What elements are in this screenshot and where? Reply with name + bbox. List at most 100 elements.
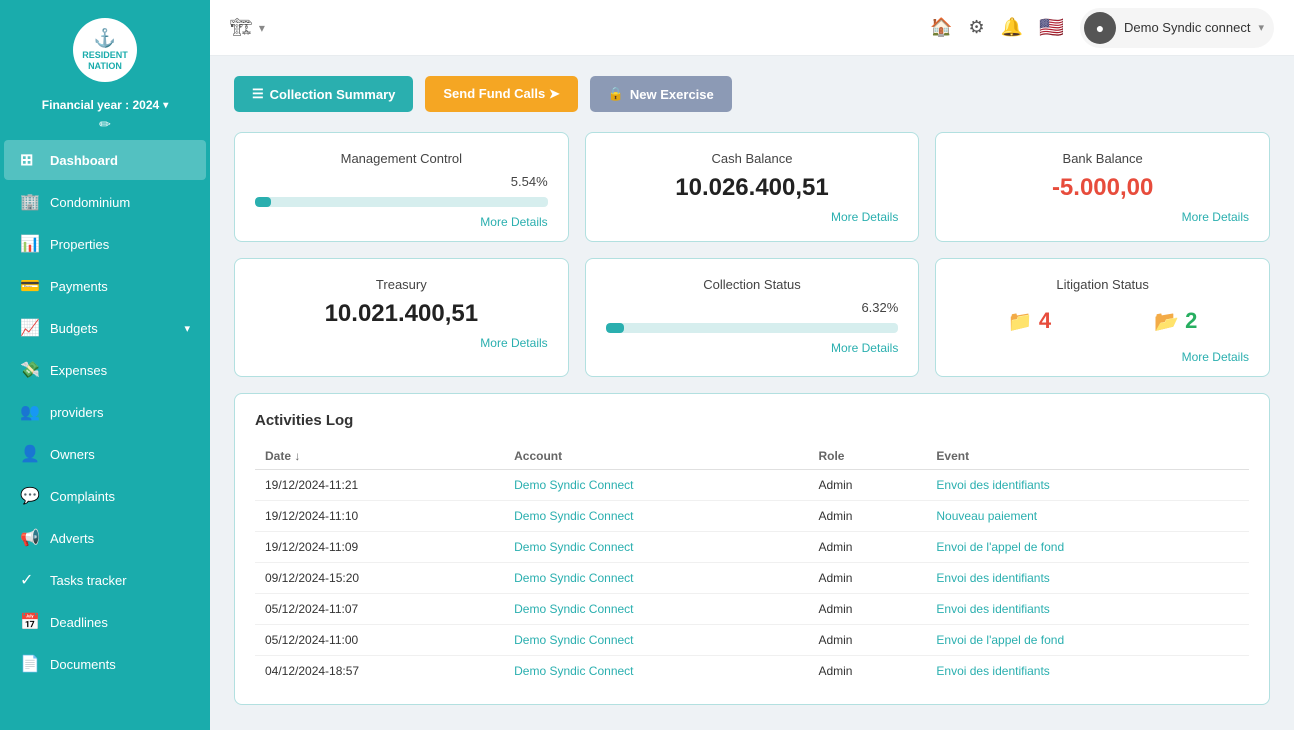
topbar-dropdown-icon[interactable]: ▾ xyxy=(259,21,265,35)
cell-event: Envoi de l'appel de fond xyxy=(926,625,1249,656)
sidebar-item-label: Dashboard xyxy=(50,153,118,168)
topbar: 🏗 ▾ 🏠 ⚙ 🔔 🇺🇸 ● Demo Syndic connect ▾ xyxy=(210,0,1294,56)
cell-date: 04/12/2024-18:57 xyxy=(255,656,504,687)
folder-red-icon: 📁 xyxy=(1008,309,1033,334)
deadlines-icon: 📅 xyxy=(20,612,40,632)
sidebar-logo: ⚓ RESIDENT NATION xyxy=(0,0,210,92)
gear-icon[interactable]: ⚙ xyxy=(969,17,985,38)
cell-date: 05/12/2024-11:00 xyxy=(255,625,504,656)
litigation-counts: 📁 4 📂 2 xyxy=(956,300,1249,342)
treasury-more[interactable]: More Details xyxy=(255,336,548,350)
sidebar-item-properties[interactable]: 📊 Properties xyxy=(4,224,206,264)
cell-account: Demo Syndic Connect xyxy=(504,470,808,501)
activities-table-header: Date ↓ Account Role Event xyxy=(255,443,1249,470)
cash-balance-title: Cash Balance xyxy=(606,151,899,166)
collection-summary-button[interactable]: ☰ Collection Summary xyxy=(234,76,413,112)
cell-role: Admin xyxy=(808,594,926,625)
bank-balance-more[interactable]: More Details xyxy=(956,210,1249,224)
cash-balance-card: Cash Balance 10.026.400,51 More Details xyxy=(585,132,920,242)
cell-role: Admin xyxy=(808,532,926,563)
col-date[interactable]: Date ↓ xyxy=(255,443,504,470)
bank-balance-title: Bank Balance xyxy=(956,151,1249,166)
col-account: Account xyxy=(504,443,808,470)
sidebar-item-label: Deadlines xyxy=(50,615,108,630)
sidebar-item-label: providers xyxy=(50,405,103,420)
litigation-red-count: 4 xyxy=(1039,308,1051,334)
financial-year-selector[interactable]: Financial year : 2024 ▾ xyxy=(0,92,210,116)
cell-event: Envoi des identifiants xyxy=(926,563,1249,594)
page-content: ☰ Collection Summary Send Fund Calls ➤ 🔒… xyxy=(210,56,1294,730)
collection-status-progress xyxy=(606,323,899,333)
logo-text: ⚓ RESIDENT NATION xyxy=(82,28,128,71)
management-control-more[interactable]: More Details xyxy=(255,215,548,229)
bank-balance-card: Bank Balance -5.000,00 More Details xyxy=(935,132,1270,242)
sidebar-item-budgets[interactable]: 📈 Budgets ▾ xyxy=(4,308,206,348)
sidebar-item-complaints[interactable]: 💬 Complaints xyxy=(4,476,206,516)
sidebar-item-adverts[interactable]: 📢 Adverts xyxy=(4,518,206,558)
sidebar: ⚓ RESIDENT NATION Financial year : 2024 … xyxy=(0,0,210,730)
cell-event: Nouveau paiement xyxy=(926,501,1249,532)
new-exercise-button[interactable]: 🔒 New Exercise xyxy=(590,76,732,112)
cell-event: Envoi des identifiants xyxy=(926,656,1249,687)
cell-date: 05/12/2024-11:07 xyxy=(255,594,504,625)
col-event: Event xyxy=(926,443,1249,470)
litigation-green-count: 2 xyxy=(1185,308,1197,334)
cell-role: Admin xyxy=(808,625,926,656)
cash-balance-more[interactable]: More Details xyxy=(606,210,899,224)
edit-icon[interactable]: ✏ xyxy=(0,116,210,139)
table-row: 19/12/2024-11:10 Demo Syndic Connect Adm… xyxy=(255,501,1249,532)
main-content: 🏗 ▾ 🏠 ⚙ 🔔 🇺🇸 ● Demo Syndic connect ▾ ☰ C… xyxy=(210,0,1294,730)
sidebar-item-label: Owners xyxy=(50,447,95,462)
cell-date: 19/12/2024-11:09 xyxy=(255,532,504,563)
cell-date: 09/12/2024-15:20 xyxy=(255,563,504,594)
collection-status-more[interactable]: More Details xyxy=(606,341,899,355)
sidebar-item-condominium[interactable]: 🏢 Condominium xyxy=(4,182,206,222)
payments-icon: 💳 xyxy=(20,276,40,296)
topbar-right: 🏠 ⚙ 🔔 🇺🇸 ● Demo Syndic connect ▾ xyxy=(930,8,1274,48)
sidebar-item-owners[interactable]: 👤 Owners xyxy=(4,434,206,474)
cell-event: Envoi des identifiants xyxy=(926,594,1249,625)
cell-account: Demo Syndic Connect xyxy=(504,594,808,625)
topbar-left: 🏗 ▾ xyxy=(230,17,265,38)
activities-title: Activities Log xyxy=(255,412,1249,429)
dashboard-icon: ⊞ xyxy=(20,150,40,170)
sidebar-item-expenses[interactable]: 💸 Expenses xyxy=(4,350,206,390)
condominium-icon: 🏢 xyxy=(20,192,40,212)
home-icon[interactable]: 🏠 xyxy=(930,17,952,38)
owners-icon: 👤 xyxy=(20,444,40,464)
table-row: 05/12/2024-11:07 Demo Syndic Connect Adm… xyxy=(255,594,1249,625)
table-row: 19/12/2024-11:09 Demo Syndic Connect Adm… xyxy=(255,532,1249,563)
sidebar-item-label: Tasks tracker xyxy=(50,573,127,588)
providers-icon: 👥 xyxy=(20,402,40,422)
expenses-icon: 💸 xyxy=(20,360,40,380)
bank-balance-value: -5.000,00 xyxy=(956,174,1249,202)
litigation-more[interactable]: More Details xyxy=(956,350,1249,364)
cell-role: Admin xyxy=(808,470,926,501)
cell-role: Admin xyxy=(808,656,926,687)
sidebar-item-label: Budgets xyxy=(50,321,98,336)
sidebar-item-label: Expenses xyxy=(50,363,107,378)
complaints-icon: 💬 xyxy=(20,486,40,506)
sidebar-item-payments[interactable]: 💳 Payments xyxy=(4,266,206,306)
sidebar-item-documents[interactable]: 📄 Documents xyxy=(4,644,206,684)
sort-icon: ↓ xyxy=(294,449,300,463)
send-fund-calls-button[interactable]: Send Fund Calls ➤ xyxy=(425,76,577,112)
notification-icon[interactable]: 🔔 xyxy=(1001,17,1023,38)
sidebar-item-dashboard[interactable]: ⊞ Dashboard xyxy=(4,140,206,180)
tasks-icon: ✓ xyxy=(20,570,40,590)
cell-account: Demo Syndic Connect xyxy=(504,501,808,532)
sidebar-item-deadlines[interactable]: 📅 Deadlines xyxy=(4,602,206,642)
cell-account: Demo Syndic Connect xyxy=(504,563,808,594)
avatar: ● xyxy=(1084,12,1116,44)
sidebar-item-label: Condominium xyxy=(50,195,130,210)
documents-icon: 📄 xyxy=(20,654,40,674)
cell-account: Demo Syndic Connect xyxy=(504,625,808,656)
building-icon: 🏗 xyxy=(230,17,253,38)
list-icon: ☰ xyxy=(252,86,264,102)
language-flag-icon[interactable]: 🇺🇸 xyxy=(1039,15,1064,40)
table-row: 04/12/2024-18:57 Demo Syndic Connect Adm… xyxy=(255,656,1249,687)
sidebar-item-providers[interactable]: 👥 providers xyxy=(4,392,206,432)
user-badge[interactable]: ● Demo Syndic connect ▾ xyxy=(1080,8,1274,48)
properties-icon: 📊 xyxy=(20,234,40,254)
sidebar-item-tasks[interactable]: ✓ Tasks tracker xyxy=(4,560,206,600)
